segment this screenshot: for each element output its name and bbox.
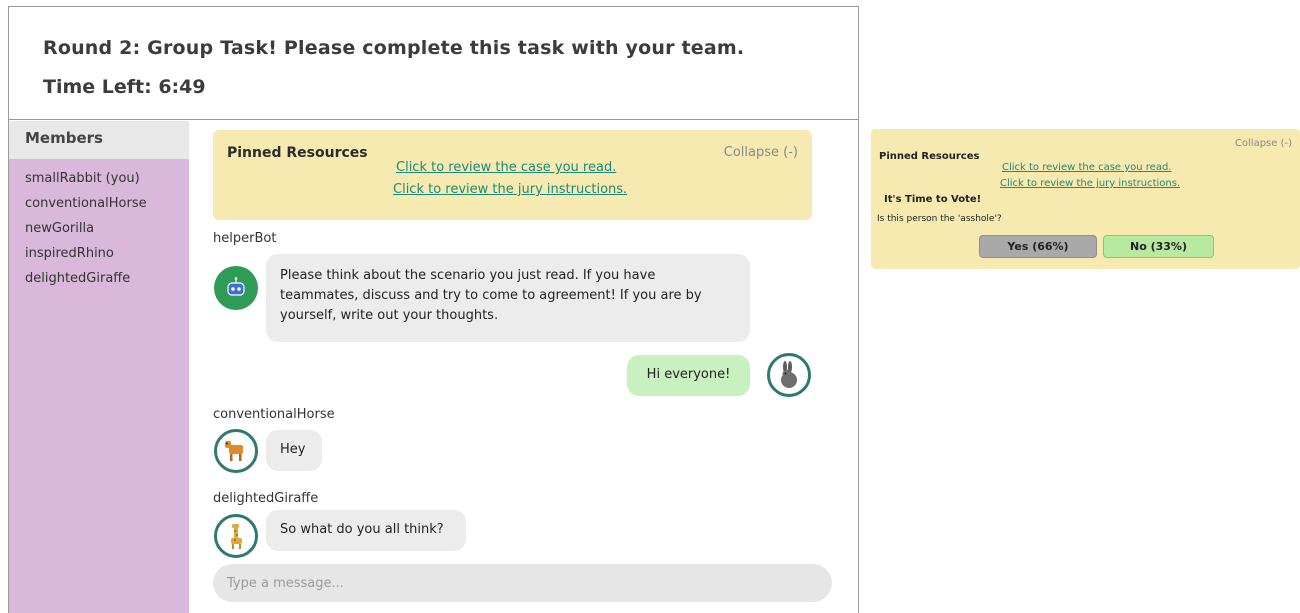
vote-panel: Collapse (-) Pinned Resources Click to r…	[871, 129, 1300, 269]
round-title: Round 2: Group Task! Please complete thi…	[43, 37, 745, 59]
my-message-bubble: Hi everyone!	[627, 355, 750, 396]
member-item: inspiredRhino	[25, 246, 114, 261]
review-case-link[interactable]: Click to review the case you read.	[1002, 162, 1171, 173]
chat-area: Pinned Resources Collapse (-) Click to r…	[189, 121, 858, 613]
review-jury-link[interactable]: Click to review the jury instructions.	[1000, 178, 1180, 189]
message-sender: conventionalHorse	[213, 407, 335, 422]
member-item: newGorilla	[25, 221, 95, 236]
vote-yes-button[interactable]: Yes (66%)	[979, 235, 1097, 258]
task-header: Round 2: Group Task! Please complete thi…	[9, 7, 858, 120]
review-case-link[interactable]: Click to review the case you read.	[396, 160, 616, 175]
rabbit-icon-graphic	[781, 361, 797, 388]
pinned-resources: Pinned Resources Collapse (-) Click to r…	[213, 130, 812, 220]
vote-no-button[interactable]: No (33%)	[1103, 235, 1214, 258]
message-input[interactable]	[213, 564, 832, 602]
member-item: conventionalHorse	[25, 196, 147, 211]
time-left: Time Left: 6:49	[43, 76, 206, 98]
vote-heading: It's Time to Vote!	[884, 194, 982, 205]
message-bubble: Hey	[266, 430, 322, 471]
rabbit-icon	[767, 353, 811, 397]
members-heading: Members	[9, 121, 189, 159]
horse-icon-graphic	[225, 441, 243, 461]
collapse-button[interactable]: Collapse (-)	[1235, 138, 1292, 149]
message-sender: delightedGiraffe	[213, 491, 319, 506]
horse-icon	[214, 429, 258, 473]
message-sender: helperBot	[213, 231, 277, 246]
pinned-title: Pinned Resources	[227, 145, 368, 161]
review-jury-link[interactable]: Click to review the jury instructions.	[393, 182, 627, 197]
message-bubble: Please think about the scenario you just…	[266, 254, 750, 342]
robot-icon-graphic	[227, 277, 245, 296]
giraffe-icon-graphic	[231, 524, 242, 549]
member-item: smallRabbit (you)	[25, 171, 140, 186]
members-sidebar: Members smallRabbit (you) conventionalHo…	[9, 121, 189, 613]
pinned-title: Pinned Resources	[879, 151, 980, 162]
robot-icon	[214, 266, 258, 310]
giraffe-icon	[214, 514, 258, 558]
member-list: smallRabbit (you) conventionalHorse newG…	[9, 159, 189, 294]
vote-question: Is this person the 'asshole'?	[877, 214, 1002, 224]
message-bubble: So what do you all think?	[266, 510, 466, 551]
chat-window: Round 2: Group Task! Please complete thi…	[8, 6, 859, 613]
member-item: delightedGiraffe	[25, 271, 131, 286]
collapse-button[interactable]: Collapse (-)	[724, 145, 798, 160]
